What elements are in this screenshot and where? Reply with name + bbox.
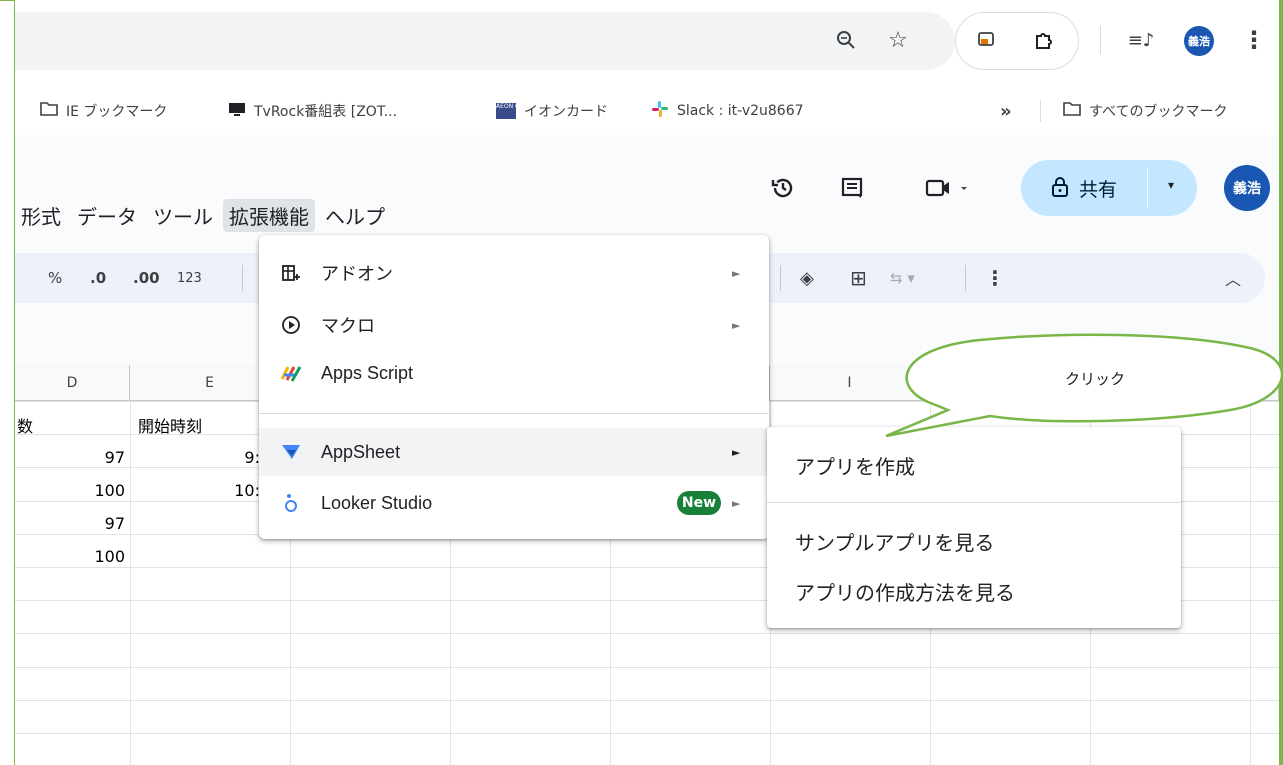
column-header-d[interactable]: D xyxy=(15,365,130,401)
macro-play-icon xyxy=(279,315,303,335)
toolbar-divider xyxy=(1100,26,1101,54)
submenu-item-sample-apps[interactable]: サンプルアプリを見る xyxy=(795,527,994,556)
submenu-arrow-icon: ► xyxy=(732,445,741,459)
bookmark-aeon[interactable]: AEON CARD イオンカード xyxy=(496,88,608,134)
toolbar-divider xyxy=(780,265,781,291)
profile-avatar[interactable]: 義浩 xyxy=(1184,26,1214,56)
decrease-decimal-button[interactable]: .0 xyxy=(90,253,106,303)
submenu-arrow-icon: ► xyxy=(732,496,741,510)
appsheet-icon xyxy=(279,443,303,461)
browser-menu-icon[interactable]: ⋮ xyxy=(1238,24,1270,56)
share-label: 共有 xyxy=(1079,179,1118,201)
cell-d1[interactable]: 数 xyxy=(17,408,33,441)
bookmark-label: イオンカード xyxy=(524,104,608,120)
bookmark-ie[interactable]: IE ブックマーク xyxy=(40,88,167,134)
cell-e1[interactable]: 開始時刻 xyxy=(138,408,202,441)
bookmark-star-icon[interactable]: ☆ xyxy=(882,24,914,56)
share-divider xyxy=(1147,168,1148,208)
bookmark-label: すべてのブックマーク xyxy=(1089,104,1228,120)
account-avatar[interactable]: 義浩 xyxy=(1224,165,1270,211)
appsheet-submenu: アプリを作成 サンプルアプリを見る アプリの作成方法を見る xyxy=(767,427,1181,628)
bookmarks-bar: IE ブックマーク TvRock番組表 [ZOT... AEON CARD イオ… xyxy=(15,88,1279,134)
grid-column-line xyxy=(130,401,131,765)
new-badge: New xyxy=(677,491,721,515)
menu-data[interactable]: データ xyxy=(71,199,143,232)
menu-item-label: マクロ xyxy=(321,316,375,337)
percent-format-button[interactable]: % xyxy=(48,253,62,303)
cast-icon[interactable] xyxy=(970,24,1002,56)
bookmark-divider xyxy=(1040,100,1041,122)
meet-video-icon[interactable] xyxy=(918,170,978,206)
lock-icon xyxy=(1051,176,1069,202)
more-toolbar-icon[interactable]: ⋮ xyxy=(985,253,1005,303)
collapse-toolbar-icon[interactable]: ︿ xyxy=(1225,253,1241,303)
submenu-divider xyxy=(767,502,1181,503)
bookmark-label: Slack : it-v2u8667 xyxy=(677,103,804,119)
folder-icon xyxy=(1063,101,1081,121)
menu-item-addons[interactable]: アドオン ► xyxy=(259,249,769,297)
extensions-puzzle-icon[interactable] xyxy=(1028,24,1060,56)
menu-format[interactable]: 形式 xyxy=(15,199,67,232)
cell-e2[interactable]: 9: xyxy=(240,441,260,474)
share-dropdown-icon[interactable]: ▾ xyxy=(1168,178,1174,192)
comments-icon[interactable] xyxy=(834,170,870,206)
addon-icon xyxy=(279,263,303,283)
submenu-item-how-to-create[interactable]: アプリの作成方法を見る xyxy=(795,577,1015,606)
looker-studio-icon xyxy=(279,492,303,514)
bookmark-tvrock[interactable]: TvRock番組表 [ZOT... xyxy=(228,88,397,134)
menu-help[interactable]: ヘルプ xyxy=(319,199,391,232)
bookmark-label: TvRock番組表 [ZOT... xyxy=(254,104,398,120)
menu-tools[interactable]: ツール xyxy=(147,199,219,232)
cell-d2[interactable]: 97 xyxy=(15,441,125,474)
submenu-arrow-icon: ► xyxy=(732,266,741,280)
borders-icon[interactable]: ⊞ xyxy=(850,253,867,303)
menu-item-appsheet[interactable]: AppSheet ► xyxy=(259,428,769,476)
apps-script-icon xyxy=(279,363,303,383)
increase-decimal-button[interactable]: .00 xyxy=(133,253,160,303)
menu-item-label: AppSheet xyxy=(321,441,401,462)
share-button[interactable]: 共有 ▾ xyxy=(1021,160,1197,216)
merge-cells-icon[interactable]: ⇆ ▾ xyxy=(890,253,915,303)
menu-extensions[interactable]: 拡張機能 xyxy=(223,198,315,232)
bookmark-slack[interactable]: Slack : it-v2u8667 xyxy=(651,88,804,134)
fill-color-icon[interactable]: ◈ xyxy=(800,253,814,303)
callout-balloon xyxy=(885,333,1283,438)
slack-icon xyxy=(651,100,669,122)
menu-item-label: アドオン xyxy=(321,264,393,285)
cell-d4[interactable]: 97 xyxy=(15,507,125,540)
media-control-icon[interactable]: ≡♪ xyxy=(1125,24,1157,56)
bookmark-label: IE ブックマーク xyxy=(66,104,168,120)
callout-text: クリック xyxy=(1064,371,1125,388)
address-bar[interactable] xyxy=(15,12,955,70)
cell-d5[interactable]: 100 xyxy=(15,540,125,573)
cell-e3[interactable]: 10: xyxy=(234,474,260,507)
toolbar-divider xyxy=(242,265,243,291)
bookmark-all[interactable]: すべてのブックマーク xyxy=(1063,88,1227,134)
submenu-arrow-icon: ► xyxy=(732,318,741,332)
menu-divider xyxy=(259,413,769,414)
toolbar-divider xyxy=(965,265,966,291)
more-formats-button[interactable]: 123 xyxy=(177,253,202,303)
aeon-card-icon: AEON CARD xyxy=(496,103,532,119)
grid-column-line xyxy=(1250,401,1251,765)
menu-item-macros[interactable]: マクロ ► xyxy=(259,301,769,349)
monitor-icon xyxy=(228,101,246,121)
cell-d3[interactable]: 100 xyxy=(15,474,125,507)
sheets-menubar: 形式 データ ツール 拡張機能 ヘルプ xyxy=(15,198,395,232)
folder-icon xyxy=(40,101,58,121)
version-history-icon[interactable] xyxy=(765,170,801,206)
submenu-item-create-app[interactable]: アプリを作成 xyxy=(795,451,915,480)
zoom-icon[interactable] xyxy=(830,24,862,56)
more-bookmarks-chevron[interactable]: » xyxy=(1000,88,1012,134)
menu-item-apps-script[interactable]: Apps Script xyxy=(259,349,769,397)
menu-item-label: Looker Studio xyxy=(321,492,433,513)
menu-item-label: Apps Script xyxy=(321,362,414,383)
